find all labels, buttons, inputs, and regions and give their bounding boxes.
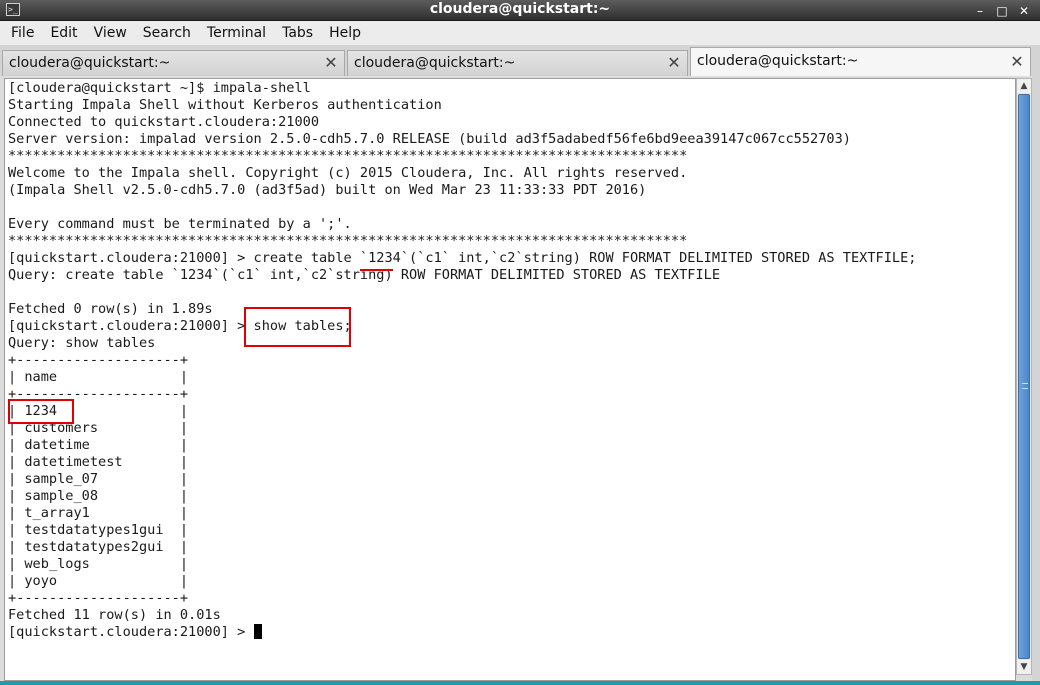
terminal-line: (Impala Shell v2.5.0-cdh5.7.0 (ad3f5ad) … — [8, 182, 647, 198]
annotation-box-show-tables — [244, 307, 351, 347]
terminal-line: +--------------------+ — [8, 352, 189, 368]
vertical-scrollbar[interactable]: ▲ ▼ — [1016, 78, 1032, 675]
terminal-area[interactable]: [cloudera@quickstart ~]$ impala-shell Sta… — [4, 78, 1016, 681]
terminal-line: | t_array1 | — [8, 505, 189, 521]
tab-close-icon[interactable]: ✕ — [666, 55, 682, 71]
window-border — [1032, 45, 1040, 685]
terminal-line: | datetime | — [8, 437, 189, 453]
terminal-line: | testdatatypes1gui | — [8, 522, 189, 538]
menu-search[interactable]: Search — [135, 21, 199, 45]
close-button[interactable]: ✕ — [1018, 4, 1030, 18]
terminal-line: | web_logs | — [8, 556, 189, 572]
window-titlebar: >_ cloudera@quickstart:~ – □ ✕ — [0, 0, 1040, 21]
grip-icon — [1022, 383, 1028, 389]
menu-file[interactable]: File — [3, 21, 42, 45]
terminal-prompt: [quickstart.cloudera:21000] > — [8, 624, 254, 640]
terminal-line: | 1234 | — [8, 403, 189, 419]
menu-terminal[interactable]: Terminal — [199, 21, 274, 45]
terminal-prompt-line[interactable]: [quickstart.cloudera:21000] > — [8, 624, 916, 641]
terminal-line: Server version: impalad version 2.5.0-cd… — [8, 131, 851, 147]
window-title: cloudera@quickstart:~ — [429, 1, 611, 17]
tab-bar: cloudera@quickstart:~ ✕ cloudera@quickst… — [0, 45, 1040, 76]
terminal-line: | sample_07 | — [8, 471, 189, 487]
tab-label: cloudera@quickstart:~ — [9, 55, 171, 71]
annotation-underline — [360, 269, 393, 271]
terminal-output: [cloudera@quickstart ~]$ impala-shell Sta… — [8, 80, 916, 641]
terminal-line: | customers | — [8, 420, 189, 436]
text-cursor — [253, 624, 262, 639]
tab-1[interactable]: cloudera@quickstart:~ ✕ — [2, 50, 345, 76]
tab-close-icon[interactable]: ✕ — [1009, 54, 1025, 70]
terminal-line: | testdatatypes2gui | — [8, 539, 189, 555]
terminal-line: | sample_08 | — [8, 488, 189, 504]
terminal-line: | yoyo | — [8, 573, 189, 589]
menu-help[interactable]: Help — [321, 21, 369, 45]
terminal-line: Every command must be terminated by a ';… — [8, 216, 352, 232]
terminal-line: Query: show tables — [8, 335, 156, 351]
terminal-line: | name | — [8, 369, 189, 385]
tab-3[interactable]: cloudera@quickstart:~ ✕ — [690, 47, 1031, 76]
annotation-box-1234 — [8, 399, 74, 424]
minimize-button[interactable]: – — [974, 4, 986, 18]
scroll-thumb[interactable] — [1018, 94, 1030, 659]
scroll-up-icon[interactable]: ▲ — [1017, 79, 1031, 93]
terminal-line: [quickstart.cloudera:21000] > create tab… — [8, 250, 917, 266]
terminal-line: Connected to quickstart.cloudera:21000 — [8, 114, 319, 130]
terminal-line: +--------------------+ — [8, 590, 189, 606]
tab-2[interactable]: cloudera@quickstart:~ ✕ — [347, 50, 688, 76]
terminal-line: | datetimetest | — [8, 454, 189, 470]
terminal-line: +--------------------+ — [8, 386, 189, 402]
terminal-line: Welcome to the Impala shell. Copyright (… — [8, 165, 688, 181]
scroll-down-icon[interactable]: ▼ — [1017, 660, 1031, 674]
tab-label: cloudera@quickstart:~ — [697, 53, 859, 69]
terminal-line: Query: create table `1234`(`c1` int,`c2`… — [8, 267, 721, 283]
tab-label: cloudera@quickstart:~ — [354, 55, 516, 71]
terminal-line: [cloudera@quickstart ~]$ impala-shell — [8, 80, 311, 96]
menu-edit[interactable]: Edit — [42, 21, 85, 45]
desktop-strip — [0, 681, 1040, 685]
menu-tabs[interactable]: Tabs — [274, 21, 321, 45]
terminal-line: ****************************************… — [8, 233, 688, 249]
terminal-line: Fetched 0 row(s) in 1.89s — [8, 301, 213, 317]
menu-view[interactable]: View — [86, 21, 135, 45]
terminal-line: [quickstart.cloudera:21000] > show table… — [8, 318, 352, 334]
terminal-line: Fetched 11 row(s) in 0.01s — [8, 607, 221, 623]
terminal-line: Starting Impala Shell without Kerberos a… — [8, 97, 442, 113]
terminal-line: ****************************************… — [8, 148, 688, 164]
window-controls: – □ ✕ — [974, 0, 1030, 21]
tab-close-icon[interactable]: ✕ — [323, 55, 339, 71]
maximize-button[interactable]: □ — [996, 4, 1008, 18]
menu-bar: File Edit View Search Terminal Tabs Help — [0, 21, 1040, 45]
